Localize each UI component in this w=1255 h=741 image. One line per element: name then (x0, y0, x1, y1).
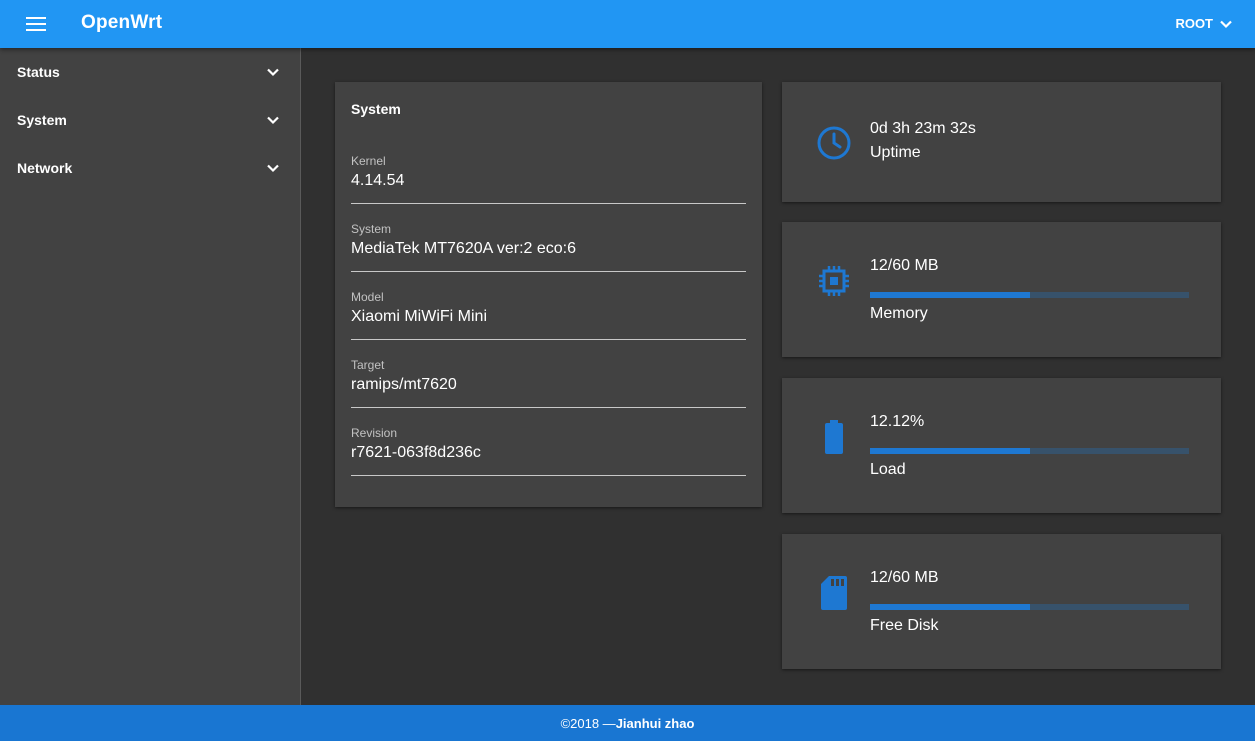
field-value: MediaTek MT7620A ver:2 eco:6 (351, 240, 577, 257)
hamburger-menu-icon[interactable] (22, 12, 52, 36)
memory-progress-fill (870, 292, 1030, 298)
target-field: Target ramips/mt7620 (351, 358, 746, 408)
memory-label: Memory (870, 305, 928, 322)
chevron-down-icon (267, 164, 279, 173)
clock-icon (817, 126, 851, 160)
sidebar-item-network[interactable]: Network (0, 144, 300, 192)
load-progress-fill (870, 448, 1030, 454)
sidebar: Status System Network (0, 48, 301, 705)
chevron-down-icon (1220, 20, 1232, 28)
disk-progress-bar (870, 604, 1189, 610)
model-field: Model Xiaomi MiWiFi Mini (351, 290, 746, 340)
kernel-field: Kernel 4.14.54 (351, 154, 746, 204)
battery-icon (825, 420, 843, 454)
chevron-down-icon (267, 68, 279, 77)
card-title: System (351, 101, 401, 117)
free-disk-card: 12/60 MB Free Disk (782, 534, 1221, 669)
field-value: r7621-063f8d236c (351, 444, 481, 461)
disk-value: 12/60 MB (870, 569, 939, 586)
load-value: 12.12% (870, 413, 925, 430)
system-field: System MediaTek MT7620A ver:2 eco:6 (351, 222, 746, 272)
chevron-down-icon (267, 116, 279, 125)
uptime-value: 0d 3h 23m 32s (870, 120, 976, 137)
sidebar-item-status[interactable]: Status (0, 48, 300, 96)
footer-copyright: ©2018 — (560, 715, 616, 731)
footer: ©2018 — Jianhui zhao (0, 705, 1255, 741)
user-menu-button[interactable]: ROOT (1175, 16, 1233, 31)
field-label: Target (351, 358, 385, 372)
field-label: System (351, 222, 392, 236)
footer-author: Jianhui zhao (615, 715, 695, 731)
sidebar-item-system[interactable]: System (0, 96, 300, 144)
load-label: Load (870, 461, 906, 478)
load-card: 12.12% Load (782, 378, 1221, 513)
uptime-label: Uptime (870, 144, 921, 161)
field-label: Revision (351, 426, 398, 440)
revision-field: Revision r7621-063f8d236c (351, 426, 746, 476)
disk-progress-fill (870, 604, 1030, 610)
memory-card: 12/60 MB Memory (782, 222, 1221, 357)
field-value: Xiaomi MiWiFi Mini (351, 308, 487, 325)
field-value: 4.14.54 (351, 172, 405, 189)
disk-label: Free Disk (870, 617, 939, 634)
sd-card-icon (821, 576, 847, 610)
field-value: ramips/mt7620 (351, 376, 457, 393)
system-info-card: System Kernel 4.14.54 System MediaTek MT… (335, 82, 762, 507)
field-label: Model (351, 290, 384, 304)
chip-icon (819, 266, 849, 296)
user-name: ROOT (1175, 16, 1213, 31)
sidebar-item-label: Status (17, 64, 60, 80)
uptime-card: 0d 3h 23m 32s Uptime (782, 82, 1221, 202)
field-label: Kernel (351, 154, 386, 168)
memory-value: 12/60 MB (870, 257, 939, 274)
memory-progress-bar (870, 292, 1189, 298)
load-progress-bar (870, 448, 1189, 454)
sidebar-item-label: System (17, 112, 67, 128)
app-title: OpenWrt (81, 12, 163, 33)
sidebar-item-label: Network (17, 160, 73, 176)
top-app-bar: OpenWrt ROOT (0, 0, 1255, 48)
